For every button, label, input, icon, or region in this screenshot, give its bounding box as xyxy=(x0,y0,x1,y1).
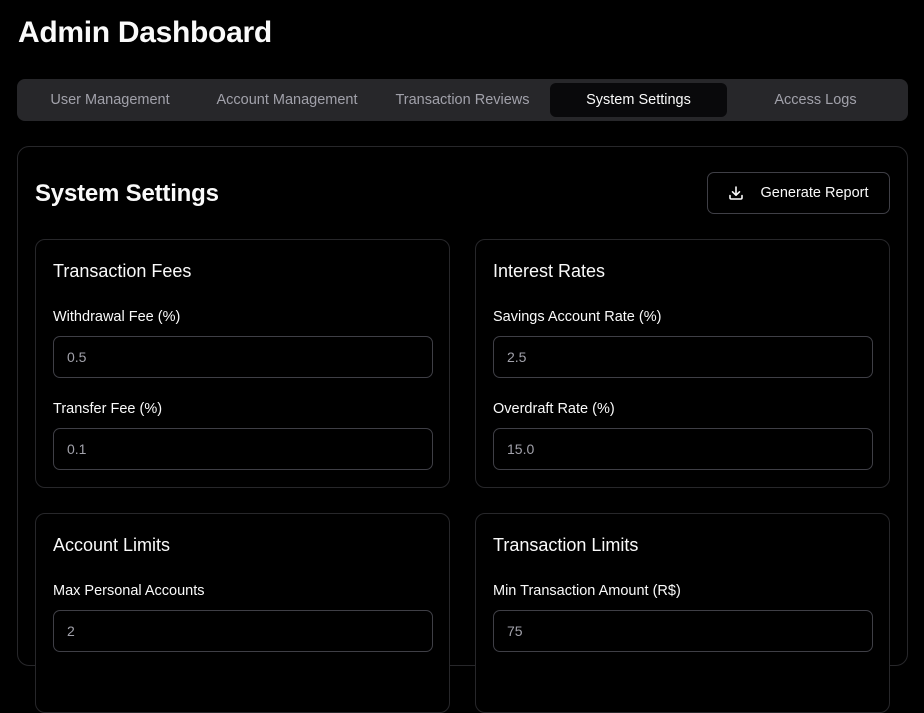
generate-report-button[interactable]: Generate Report xyxy=(707,172,890,214)
download-icon xyxy=(728,185,744,201)
page-title: Admin Dashboard xyxy=(18,16,272,49)
field-label: Transfer Fee (%) xyxy=(53,401,163,417)
transfer-fee-input[interactable] xyxy=(53,428,433,470)
tab-system-settings[interactable]: System Settings xyxy=(550,83,727,117)
interest-rates-card: Interest Rates Savings Account Rate (%) … xyxy=(475,239,890,488)
savings-rate-input[interactable] xyxy=(493,336,873,378)
tab-bar: User Management Account Management Trans… xyxy=(17,79,908,121)
card-title: Transaction Fees xyxy=(53,261,192,281)
field-label: Savings Account Rate (%) xyxy=(493,309,662,325)
tab-user-management[interactable]: User Management xyxy=(21,83,199,117)
tab-account-management[interactable]: Account Management xyxy=(199,83,375,117)
overdraft-rate-input[interactable] xyxy=(493,428,873,470)
tab-access-logs[interactable]: Access Logs xyxy=(727,83,904,117)
field-label: Withdrawal Fee (%) xyxy=(53,309,181,325)
withdrawal-fee-input[interactable] xyxy=(53,336,433,378)
tab-transaction-reviews[interactable]: Transaction Reviews xyxy=(375,83,550,117)
card-title: Transaction Limits xyxy=(493,535,639,555)
card-title: Interest Rates xyxy=(493,261,606,281)
transaction-fees-card: Transaction Fees Withdrawal Fee (%) Tran… xyxy=(35,239,450,488)
min-transaction-amount-input[interactable] xyxy=(493,610,873,652)
field-label: Overdraft Rate (%) xyxy=(493,401,615,417)
field-label: Max Personal Accounts xyxy=(53,583,205,599)
transaction-limits-card: Transaction Limits Min Transaction Amoun… xyxy=(475,513,890,713)
account-limits-card: Account Limits Max Personal Accounts xyxy=(35,513,450,713)
field-label: Min Transaction Amount (R$) xyxy=(493,583,681,599)
generate-report-label: Generate Report xyxy=(760,185,869,201)
max-personal-accounts-input[interactable] xyxy=(53,610,433,652)
settings-panel: System Settings Generate Report Transact… xyxy=(17,146,908,713)
panel-title: System Settings xyxy=(35,180,219,207)
card-title: Account Limits xyxy=(53,535,171,555)
